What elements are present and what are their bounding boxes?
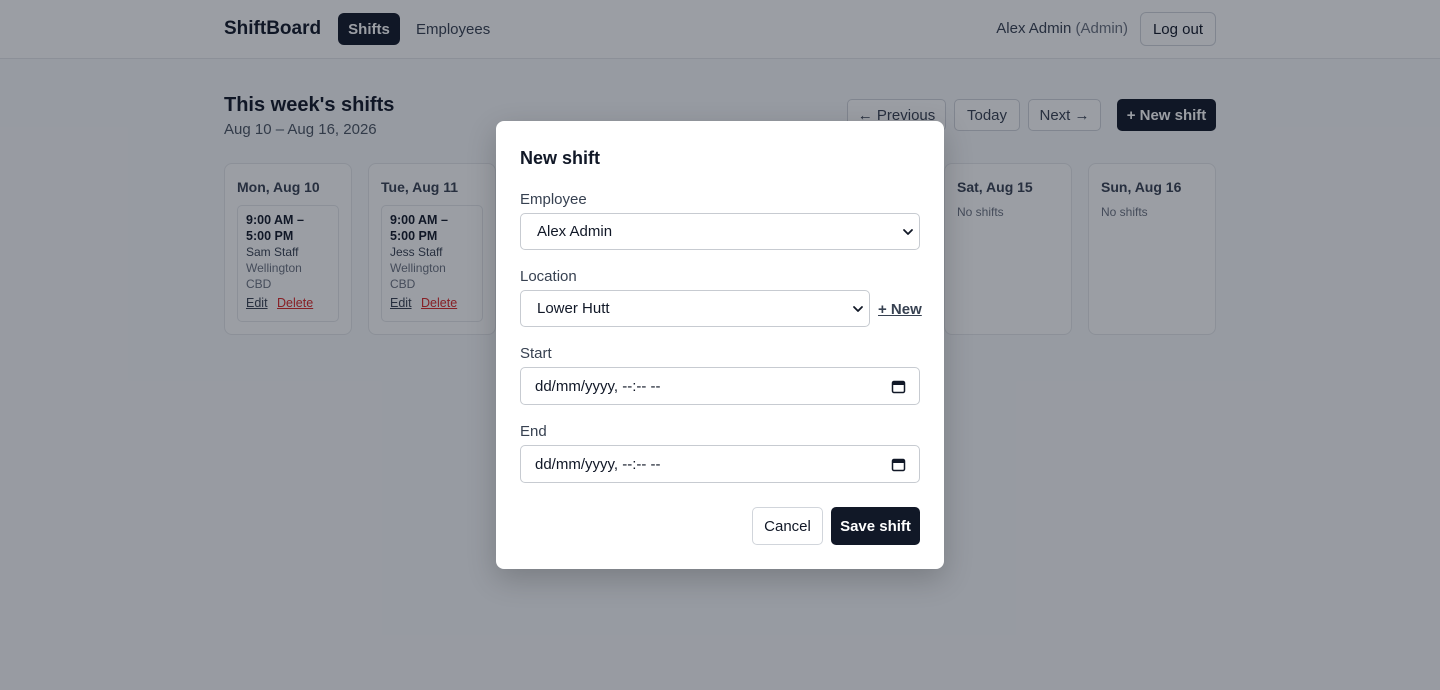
location-label: Location: [520, 268, 577, 285]
calendar-icon[interactable]: [891, 379, 906, 394]
save-shift-button[interactable]: Save shift: [831, 507, 920, 545]
employee-label: Employee: [520, 191, 587, 208]
location-select-value: Lower Hutt: [537, 300, 610, 317]
start-datetime-input[interactable]: dd/mm/yyyy, --:-- --: [520, 367, 920, 405]
chevron-down-icon: [903, 229, 913, 235]
end-datetime-placeholder: dd/mm/yyyy, --:-- --: [535, 455, 661, 473]
new-location-link[interactable]: + New: [878, 301, 922, 318]
end-datetime-input[interactable]: dd/mm/yyyy, --:-- --: [520, 445, 920, 483]
chevron-down-icon: [853, 306, 863, 312]
start-datetime-placeholder: dd/mm/yyyy, --:-- --: [535, 377, 661, 395]
employee-select[interactable]: Alex Admin: [520, 213, 920, 250]
end-label: End: [520, 423, 547, 440]
dialog-title: New shift: [520, 148, 601, 168]
cancel-button[interactable]: Cancel: [752, 507, 823, 545]
new-shift-dialog: New shift Employee Alex Admin Location L…: [496, 121, 944, 569]
location-select[interactable]: Lower Hutt: [520, 290, 870, 327]
employee-select-value: Alex Admin: [537, 223, 613, 240]
calendar-icon[interactable]: [891, 457, 906, 472]
start-label: Start: [520, 345, 552, 362]
